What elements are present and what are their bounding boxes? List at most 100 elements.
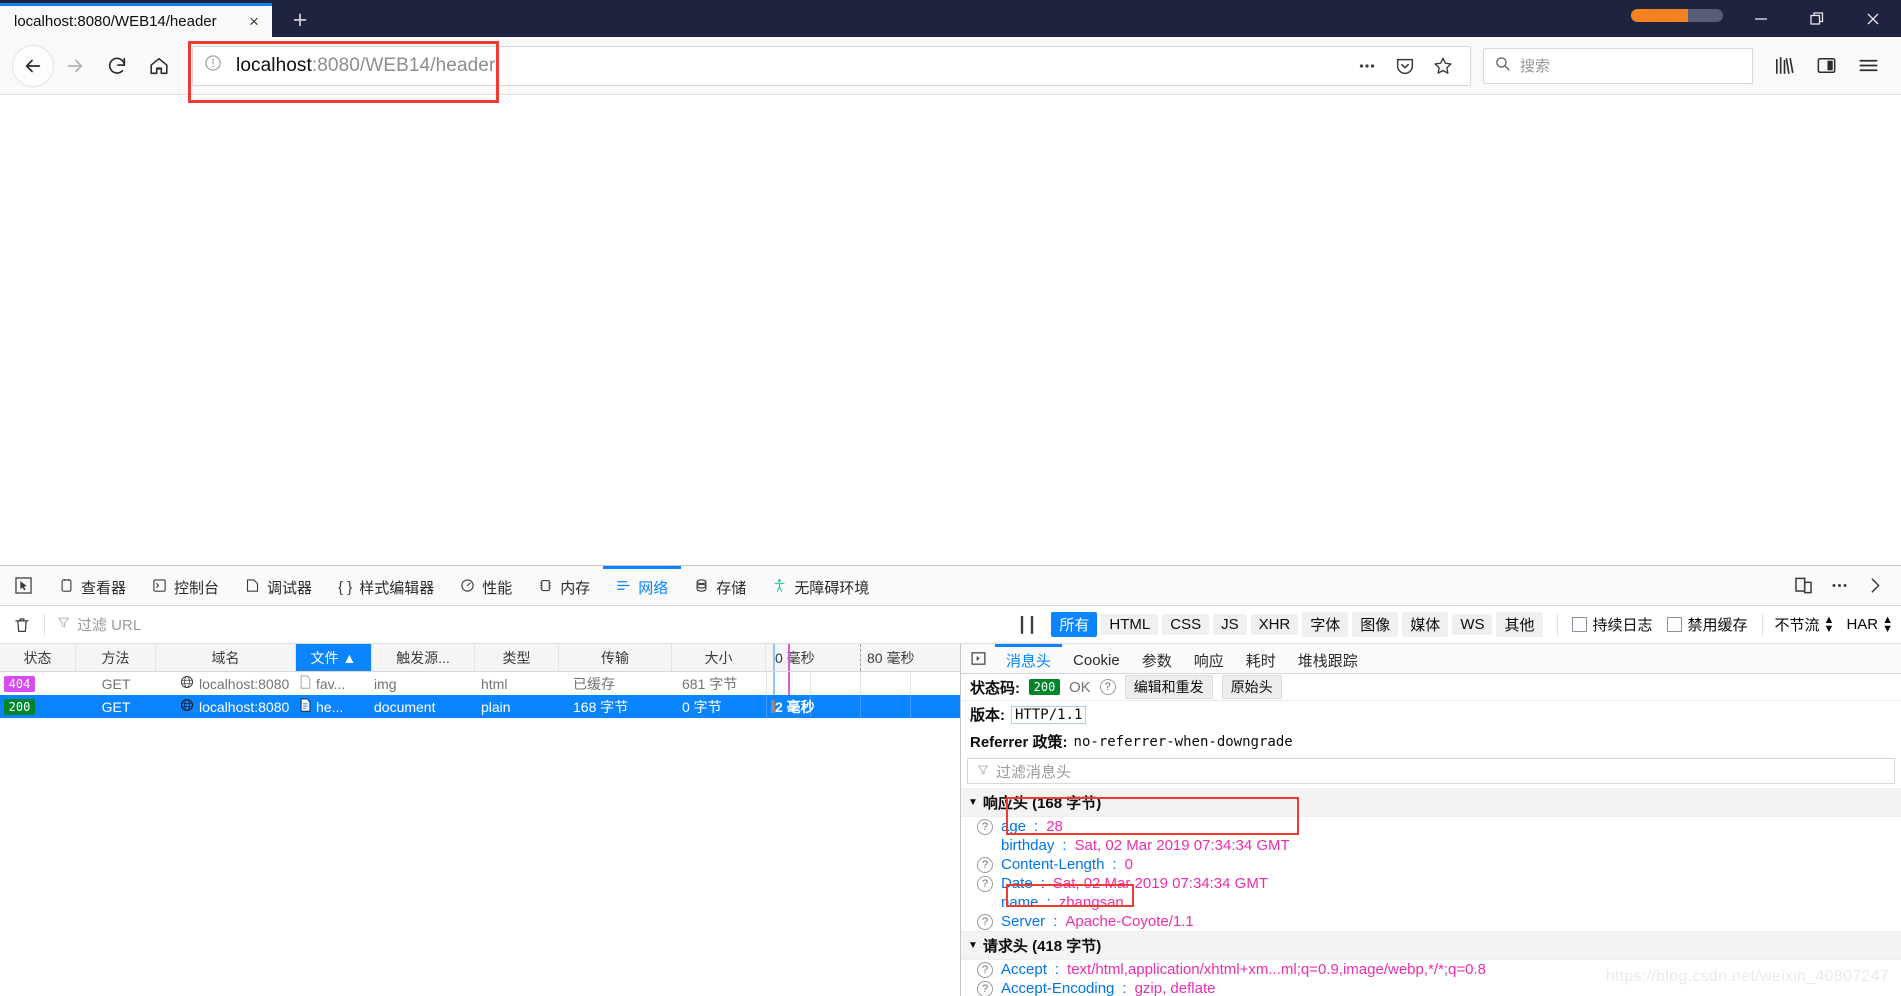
tab-network[interactable]: 网络 bbox=[603, 566, 682, 605]
column-header-size[interactable]: 大小 bbox=[672, 644, 766, 671]
column-header-initiator[interactable]: 触发源... bbox=[372, 644, 475, 671]
element-picker-icon[interactable] bbox=[0, 566, 46, 605]
column-header-domain[interactable]: 域名 bbox=[156, 644, 296, 671]
help-icon[interactable]: ? bbox=[977, 818, 993, 835]
header-row[interactable]: ? name: zhangsan bbox=[961, 893, 1901, 912]
disable-cache-checkbox[interactable]: 禁用缓存 bbox=[1666, 614, 1748, 635]
browser-window: localhost:8080/WEB14/header × + localhos… bbox=[0, 0, 1901, 996]
persist-logs-checkbox[interactable]: 持续日志 bbox=[1571, 614, 1653, 635]
help-icon[interactable]: ? bbox=[1099, 679, 1116, 695]
help-icon[interactable]: ? bbox=[977, 913, 993, 930]
tab-debugger[interactable]: 调试器 bbox=[232, 566, 325, 605]
column-header-timeline[interactable]: 0 毫秒 80 毫秒 bbox=[766, 644, 960, 671]
tab-style-editor[interactable]: { } 样式编辑器 bbox=[325, 566, 447, 605]
search-input[interactable]: 搜索 bbox=[1520, 55, 1550, 76]
details-tab-timings[interactable]: 耗时 bbox=[1235, 644, 1287, 673]
column-header-method[interactable]: 方法 bbox=[76, 644, 156, 671]
home-icon[interactable] bbox=[138, 45, 180, 87]
filter-type-xhr[interactable]: XHR bbox=[1250, 614, 1299, 635]
har-dropdown[interactable]: HAR ▲ ▼ bbox=[1846, 615, 1893, 634]
browser-tab[interactable]: localhost:8080/WEB14/header × bbox=[0, 3, 272, 37]
pocket-icon[interactable] bbox=[1388, 49, 1422, 83]
column-header-file[interactable]: 文件 ▲ bbox=[296, 644, 372, 671]
details-tab-params[interactable]: 参数 bbox=[1131, 644, 1183, 673]
header-row[interactable]: ? Date: Sat, 02 Mar 2019 07:34:34 GMT bbox=[961, 874, 1901, 893]
back-arrow-icon[interactable] bbox=[12, 44, 54, 87]
navigation-toolbar: localhost:8080/WEB14/header 搜索 bbox=[0, 37, 1901, 95]
reload-icon[interactable] bbox=[96, 45, 138, 87]
table-row[interactable]: 404 GET localhost:8080 fav... img html 已… bbox=[0, 672, 960, 695]
maximize-icon[interactable] bbox=[1789, 0, 1845, 37]
hamburger-menu-icon[interactable] bbox=[1847, 45, 1889, 87]
column-header-type[interactable]: 类型 bbox=[475, 644, 559, 671]
tab-console[interactable]: 控制台 bbox=[139, 566, 232, 605]
address-bar-actions bbox=[1350, 49, 1460, 83]
header-value: text/html,application/xhtml+xm...ml;q=0.… bbox=[1067, 961, 1486, 978]
address-bar[interactable]: localhost:8080/WEB14/header bbox=[192, 45, 1471, 86]
page-actions-icon[interactable] bbox=[1350, 49, 1384, 83]
header-row[interactable]: ? Content-Length: 0 bbox=[961, 855, 1901, 874]
tab-label: 内存 bbox=[560, 579, 591, 597]
filter-type-all[interactable]: 所有 bbox=[1051, 612, 1098, 637]
help-icon[interactable]: ? bbox=[977, 980, 993, 996]
header-row[interactable]: ? birthday: Sat, 02 Mar 2019 07:34:34 GM… bbox=[961, 836, 1901, 855]
close-icon[interactable]: × bbox=[242, 10, 266, 34]
header-row[interactable]: ? age: 28 bbox=[961, 817, 1901, 836]
star-icon[interactable] bbox=[1426, 49, 1460, 83]
request-headers-group[interactable]: ▼ 请求头 (418 字节) bbox=[961, 931, 1901, 960]
help-icon[interactable]: ? bbox=[977, 961, 993, 978]
download-progress-indicator bbox=[1631, 9, 1723, 22]
help-icon[interactable]: ? bbox=[977, 856, 993, 873]
chevron-down-icon: ▼ bbox=[968, 940, 978, 951]
header-filter-placeholder: 过滤消息头 bbox=[996, 763, 1072, 781]
column-header-transfer[interactable]: 传输 bbox=[559, 644, 672, 671]
tab-accessibility[interactable]: 无障碍环境 bbox=[759, 566, 882, 605]
filter-type-font[interactable]: 字体 bbox=[1302, 612, 1349, 637]
header-row[interactable]: ? Server: Apache-Coyote/1.1 bbox=[961, 912, 1901, 931]
cell-transfer: 已缓存 bbox=[573, 675, 615, 692]
sidebar-icon[interactable] bbox=[1805, 45, 1847, 87]
filter-type-css[interactable]: CSS bbox=[1162, 614, 1210, 635]
pause-icon[interactable]: ┃┃ bbox=[1003, 616, 1051, 634]
search-bar[interactable]: 搜索 bbox=[1483, 47, 1753, 84]
cell-file: fav... bbox=[296, 672, 372, 695]
accessibility-icon bbox=[772, 578, 787, 597]
table-row[interactable]: 200 GET localhost:8080 he... document pl… bbox=[0, 695, 960, 718]
filter-type-js[interactable]: JS bbox=[1213, 614, 1247, 635]
panel-back-icon[interactable] bbox=[961, 644, 995, 673]
library-icon[interactable] bbox=[1763, 45, 1805, 87]
window-close-icon[interactable] bbox=[1845, 0, 1901, 37]
header-filter-input[interactable]: 过滤消息头 bbox=[967, 758, 1895, 784]
clear-requests-icon[interactable] bbox=[0, 616, 44, 634]
new-tab-button[interactable]: + bbox=[284, 5, 316, 35]
tab-label: 存储 bbox=[716, 579, 747, 597]
response-headers-group[interactable]: ▼ 响应头 (168 字节) bbox=[961, 788, 1901, 817]
cell-domain: localhost:8080 bbox=[156, 695, 296, 718]
details-tab-cookie[interactable]: Cookie bbox=[1062, 644, 1131, 673]
filter-type-image[interactable]: 图像 bbox=[1352, 612, 1399, 637]
filter-type-html[interactable]: HTML bbox=[1101, 614, 1159, 635]
help-icon[interactable]: ? bbox=[977, 875, 993, 892]
details-tab-headers[interactable]: 消息头 bbox=[995, 644, 1063, 673]
column-header-status[interactable]: 状态 bbox=[0, 644, 76, 671]
tab-performance[interactable]: 性能 bbox=[447, 566, 525, 605]
details-tab-stacktrace[interactable]: 堆栈跟踪 bbox=[1287, 644, 1369, 673]
filter-type-media[interactable]: 媒体 bbox=[1402, 612, 1449, 637]
tab-storage[interactable]: 存储 bbox=[681, 566, 759, 605]
cell-status: 404 bbox=[0, 672, 76, 695]
filter-type-other[interactable]: 其他 bbox=[1496, 612, 1543, 637]
dock-icon[interactable] bbox=[1857, 568, 1893, 604]
tab-inspector[interactable]: 查看器 bbox=[46, 566, 139, 605]
response-headers-list: ? age: 28 ? birthday: Sat, 02 Mar 2019 0… bbox=[961, 817, 1901, 931]
responsive-design-icon[interactable] bbox=[1785, 568, 1821, 604]
more-options-icon[interactable] bbox=[1821, 568, 1857, 604]
minimize-icon[interactable] bbox=[1733, 0, 1789, 37]
throttling-dropdown[interactable]: 不节流 ▲ ▼ bbox=[1775, 614, 1835, 635]
filter-url-input[interactable]: 过滤 URL bbox=[45, 614, 1003, 635]
edit-resend-button[interactable]: 编辑和重发 bbox=[1124, 675, 1213, 699]
filter-type-ws[interactable]: WS bbox=[1452, 614, 1493, 635]
tab-memory[interactable]: 内存 bbox=[525, 566, 603, 605]
details-tab-response[interactable]: 响应 bbox=[1183, 644, 1235, 673]
raw-headers-button[interactable]: 原始头 bbox=[1221, 675, 1282, 699]
site-info-icon[interactable] bbox=[203, 53, 223, 78]
